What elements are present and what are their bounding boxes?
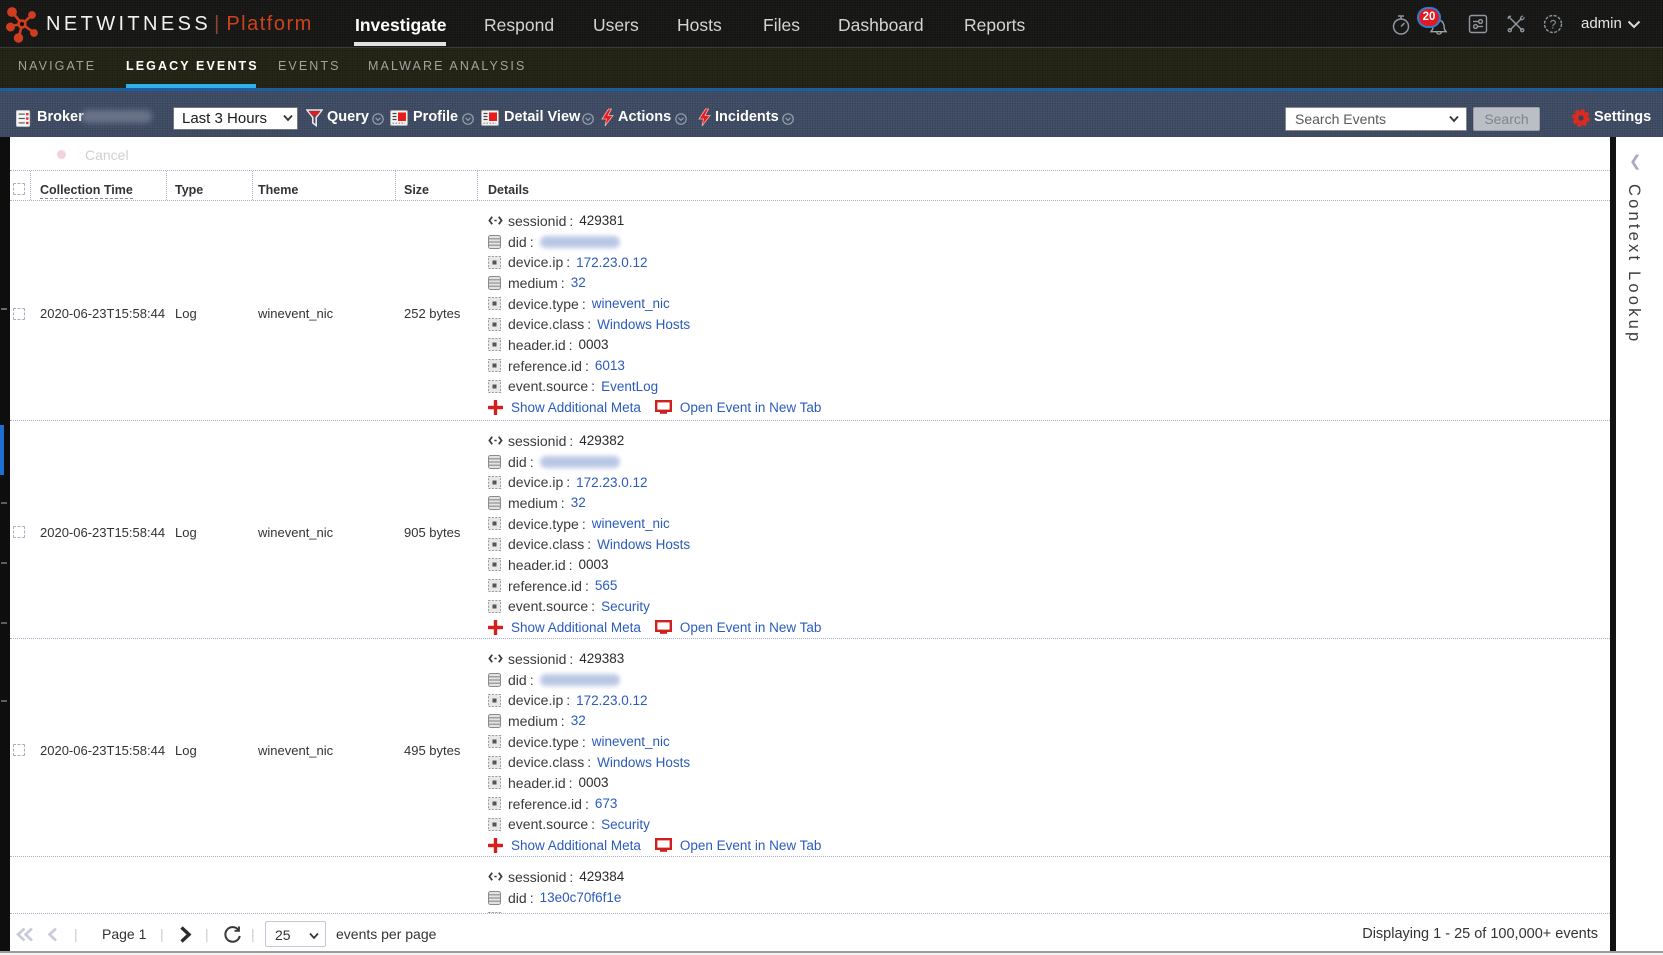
svg-text:?: ? — [1550, 18, 1557, 32]
